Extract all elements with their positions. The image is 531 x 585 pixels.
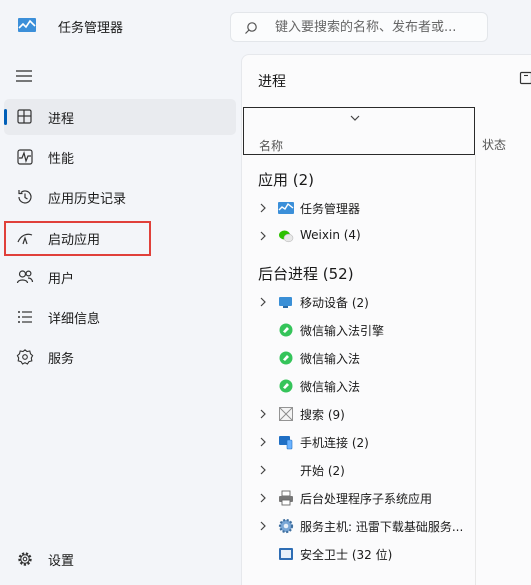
sidebar-item-label: 用户	[48, 268, 74, 287]
process-row[interactable]: 搜索 (9)	[242, 400, 475, 428]
sidebar-item-app-history[interactable]: 应用历史记录	[4, 179, 236, 215]
search-box[interactable]	[230, 12, 488, 42]
search-input[interactable]	[275, 18, 480, 36]
process-name: 搜索 (9)	[300, 406, 345, 423]
chevron-down-icon	[349, 114, 361, 122]
chevron-right-icon[interactable]	[259, 203, 267, 213]
sidebar-item-performance[interactable]: 性能	[4, 139, 236, 175]
sidebar-item-users[interactable]: 用户	[4, 259, 236, 295]
processes-icon	[16, 108, 34, 126]
sidebar-item-label: 服务	[48, 348, 74, 367]
settings-gear-icon	[16, 550, 34, 568]
users-icon	[16, 268, 34, 286]
column-header-status[interactable]: 状态	[482, 136, 506, 153]
sidebar-item-label: 性能	[48, 148, 74, 167]
sidebar-item-label: 应用历史记录	[48, 188, 126, 207]
hamburger-menu-icon[interactable]	[14, 68, 34, 84]
column-name-label: 名称	[259, 137, 283, 154]
search-process-icon	[278, 406, 294, 422]
process-name: 安全卫士 (32 位)	[300, 546, 392, 563]
phone-link-icon	[278, 434, 294, 450]
process-row[interactable]: 微信输入法	[242, 344, 475, 372]
process-row[interactable]: Weixin (4)	[242, 222, 475, 250]
group-header-apps: 应用 (2)	[258, 169, 314, 190]
app-history-icon	[16, 188, 34, 206]
sidebar-item-settings[interactable]: 设置	[4, 541, 236, 577]
process-row[interactable]: 安全卫士 (32 位)	[242, 540, 475, 568]
group-header-background: 后台进程 (52)	[258, 263, 354, 284]
process-row[interactable]: 后台处理程序子系统应用	[242, 484, 475, 512]
process-name: 开始 (2)	[300, 462, 345, 479]
process-row[interactable]: 微信输入法	[242, 372, 475, 400]
process-row[interactable]: 开始 (2)	[242, 456, 475, 484]
process-name: Weixin (4)	[300, 228, 361, 242]
chevron-right-icon[interactable]	[259, 493, 267, 503]
sidebar-item-label: 详细信息	[48, 308, 100, 327]
process-row[interactable]: 服务主机: 迅雷下载基础服务...	[242, 512, 475, 540]
sidebar-item-details[interactable]: 详细信息	[4, 299, 236, 335]
wechat-icon	[278, 228, 294, 244]
active-indicator	[4, 109, 7, 125]
highlight-annotation	[4, 221, 151, 256]
column-header-name[interactable]: 名称	[243, 107, 475, 155]
process-name: 服务主机: 迅雷下载基础服务...	[300, 518, 463, 535]
service-host-icon	[278, 518, 294, 534]
printer-icon	[278, 490, 294, 506]
details-icon	[16, 308, 34, 326]
process-row[interactable]: 移动设备 (2)	[242, 288, 475, 316]
process-name: 微信输入法	[300, 350, 360, 367]
process-row[interactable]: 微信输入法引擎	[242, 316, 475, 344]
process-name: 后台处理程序子系统应用	[300, 490, 432, 507]
process-row[interactable]: 手机连接 (2)	[242, 428, 475, 456]
chevron-right-icon[interactable]	[259, 521, 267, 531]
chevron-right-icon[interactable]	[259, 437, 267, 447]
task-manager-icon	[278, 200, 294, 216]
sidebar-item-services[interactable]: 服务	[4, 339, 236, 375]
chevron-right-icon[interactable]	[259, 409, 267, 419]
wechat-input-icon	[278, 350, 294, 366]
chevron-right-icon[interactable]	[259, 231, 267, 241]
process-row[interactable]: 任务管理器	[242, 194, 475, 222]
chevron-right-icon[interactable]	[259, 297, 267, 307]
column-divider	[475, 155, 476, 585]
wechat-input-icon	[278, 322, 294, 338]
page-title: 进程	[258, 71, 286, 91]
mobile-device-icon	[278, 294, 294, 310]
title-bar: 任务管理器	[0, 0, 531, 54]
app-title: 任务管理器	[58, 17, 123, 36]
process-name: 手机连接 (2)	[300, 434, 369, 451]
search-icon	[244, 21, 258, 35]
chevron-right-icon[interactable]	[259, 465, 267, 475]
process-name: 任务管理器	[300, 200, 360, 217]
task-manager-app-icon	[18, 18, 36, 32]
sidebar-item-label: 进程	[48, 108, 74, 127]
performance-icon	[16, 148, 34, 166]
main-panel: 进程 名称 状态 应用 (2) 任务管理器 Weixin (4) 后台进程 (5…	[241, 54, 531, 585]
security-guard-icon	[278, 546, 294, 562]
sidebar-item-processes[interactable]: 进程	[4, 99, 236, 135]
process-name: 微信输入法引擎	[300, 322, 384, 339]
run-new-task-icon[interactable]	[519, 71, 531, 87]
wechat-input-icon	[278, 378, 294, 394]
services-icon	[16, 348, 34, 366]
process-name: 移动设备 (2)	[300, 294, 369, 311]
sidebar-item-label: 设置	[48, 550, 74, 569]
process-name: 微信输入法	[300, 378, 360, 395]
